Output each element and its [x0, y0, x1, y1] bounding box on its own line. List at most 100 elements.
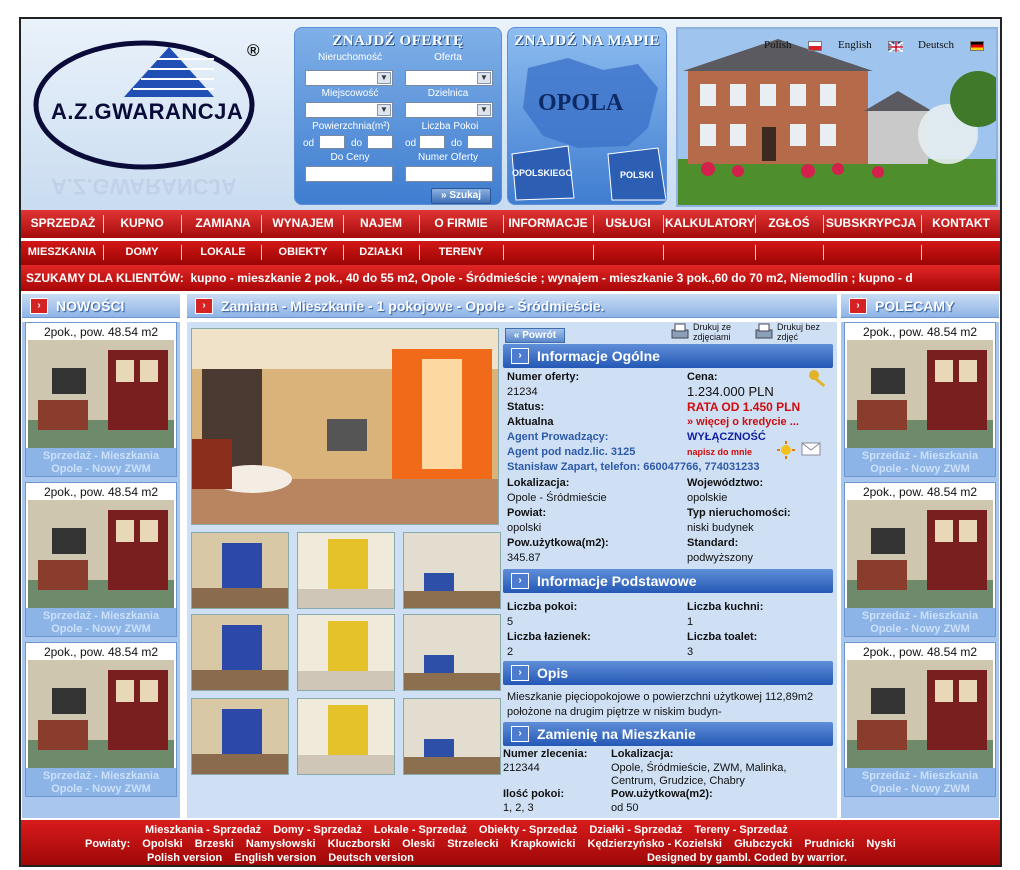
card-location[interactable]: Opole - Nowy ZWM — [26, 783, 176, 795]
card-photo[interactable] — [28, 500, 174, 608]
menu-subskrypcja[interactable]: SUBSKRYPCJA — [825, 216, 917, 230]
footer-link[interactable]: Obiekty - Sprzedaż — [479, 824, 577, 836]
card-category[interactable]: Sprzedaż - Mieszkania — [845, 610, 995, 622]
submenu-domy[interactable]: DOMY — [107, 246, 177, 258]
map-panel[interactable]: ZNAJDŹ NA MAPIE OPOLA OPOLSKIEGO POLSKI — [507, 27, 667, 205]
footer-link[interactable]: Prudnicki — [804, 838, 854, 850]
footer-link[interactable]: Namysłowski — [246, 838, 316, 850]
thumbnail-photo[interactable] — [191, 614, 289, 691]
listing-card[interactable]: 2pok., pow. 48.54 m2 Sprzedaż - Mieszkan… — [25, 642, 177, 797]
menu-kupno[interactable]: KUPNO — [107, 216, 177, 230]
thumbnail-photo[interactable] — [403, 614, 501, 691]
thumbnail-photo[interactable] — [191, 532, 289, 609]
menu-uslugi[interactable]: USŁUGI — [595, 216, 661, 230]
menu-sprzedaz[interactable]: SPRZEDAŻ — [27, 216, 99, 230]
submenu-tereny[interactable]: TERENY — [423, 246, 499, 258]
listing-card[interactable]: 2pok., pow. 48.54 m2 Sprzedaż - Mieszkan… — [844, 642, 996, 797]
pokoi-do-input[interactable] — [467, 135, 493, 149]
footer-link[interactable]: Strzelecki — [447, 838, 498, 850]
printer-icon[interactable] — [753, 322, 775, 342]
credit-more-link[interactable]: » więcej o kredycie ... — [687, 416, 799, 428]
mail-icon[interactable] — [801, 442, 821, 459]
card-location[interactable]: Opole - Nowy ZWM — [845, 783, 995, 795]
listing-card[interactable]: 2pok., pow. 48.54 m2 Sprzedaż - Mieszkan… — [844, 482, 996, 637]
lang-polish[interactable]: Polish — [764, 39, 792, 51]
footer-link[interactable]: Tereny - Sprzedaż — [694, 824, 787, 836]
print-without-photos-link[interactable]: Drukuj bez zdjęć — [777, 322, 833, 342]
footer-link[interactable]: Polish version — [147, 852, 222, 864]
write-to-me-link[interactable]: napisz do mnie — [687, 447, 752, 457]
uk-flag-icon[interactable] — [888, 41, 903, 52]
footer-link[interactable]: Mieszkania - Sprzedaż — [145, 824, 261, 836]
thumbnail-photo[interactable] — [403, 698, 501, 775]
footer-link[interactable]: Działki - Sprzedaż — [589, 824, 682, 836]
main-photo[interactable] — [191, 328, 499, 525]
menu-zglos[interactable]: ZGŁOŚ — [757, 216, 821, 230]
card-category[interactable]: Sprzedaż - Mieszkania — [26, 450, 176, 462]
listing-card[interactable]: 2pok., pow. 48.54 m2 Sprzedaż - Mieszkan… — [25, 482, 177, 637]
listing-card[interactable]: 2pok., pow. 48.54 m2 Sprzedaż - Mieszkan… — [25, 322, 177, 477]
footer-link[interactable]: Kędzierzyńsko - Kozielski — [588, 838, 723, 850]
thumbnail-photo[interactable] — [297, 698, 395, 775]
submenu-obiekty[interactable]: OBIEKTY — [265, 246, 341, 258]
menu-zamiana[interactable]: ZAMIANA — [187, 216, 259, 230]
submenu-dzialki[interactable]: DZIAŁKI — [347, 246, 415, 258]
menu-kontakt[interactable]: KONTAKT — [925, 216, 997, 230]
pokoi-od-input[interactable] — [419, 135, 445, 149]
footer-link[interactable]: Lokale - Sprzedaż — [374, 824, 467, 836]
footer-link[interactable]: Domy - Sprzedaż — [273, 824, 362, 836]
miejscowosc-select[interactable]: ▼ — [305, 102, 393, 118]
card-location[interactable]: Opole - Nowy ZWM — [845, 463, 995, 475]
submenu-lokale[interactable]: LOKALE — [187, 246, 259, 258]
numer-oferty-input[interactable] — [405, 166, 493, 182]
card-location[interactable]: Opole - Nowy ZWM — [845, 623, 995, 635]
menu-najem[interactable]: NAJEM — [347, 216, 415, 230]
footer-link[interactable]: Brzeski — [195, 838, 234, 850]
footer-link[interactable]: Opolski — [142, 838, 182, 850]
card-location[interactable]: Opole - Nowy ZWM — [26, 463, 176, 475]
nieruchomosc-select[interactable]: ▼ — [305, 70, 393, 86]
footer-link[interactable]: Krapkowicki — [511, 838, 576, 850]
card-category[interactable]: Sprzedaż - Mieszkania — [845, 450, 995, 462]
card-category[interactable]: Sprzedaż - Mieszkania — [26, 610, 176, 622]
card-photo[interactable] — [847, 500, 993, 608]
germany-flag-icon[interactable] — [970, 41, 984, 51]
footer-link[interactable]: Deutsch version — [328, 852, 414, 864]
thumbnail-photo[interactable] — [191, 698, 289, 775]
listing-card[interactable]: 2pok., pow. 48.54 m2 Sprzedaż - Mieszkan… — [844, 322, 996, 477]
lang-english[interactable]: English — [838, 39, 872, 51]
do-ceny-input[interactable] — [305, 166, 393, 182]
card-photo[interactable] — [847, 660, 993, 768]
thumbnail-photo[interactable] — [403, 532, 501, 609]
card-category[interactable]: Sprzedaż - Mieszkania — [845, 770, 995, 782]
map-opolskiego-link[interactable]: OPOLSKIEGO — [512, 168, 573, 178]
card-photo[interactable] — [847, 340, 993, 448]
card-location[interactable]: Opole - Nowy ZWM — [26, 623, 176, 635]
pow-do-input[interactable] — [367, 135, 393, 149]
print-with-photos-link[interactable]: Drukuj ze zdjęciami — [693, 322, 743, 342]
menu-kalkulatory[interactable]: KALKULATORY — [665, 216, 755, 230]
thumbnail-photo[interactable] — [297, 532, 395, 609]
card-category[interactable]: Sprzedaż - Mieszkania — [26, 770, 176, 782]
footer-link[interactable]: Głubczycki — [734, 838, 792, 850]
thumbnail-photo[interactable] — [297, 614, 395, 691]
menu-wynajem[interactable]: WYNAJEM — [265, 216, 341, 230]
ticker-text[interactable]: kupno - mieszkanie 2 pok., 40 do 55 m2, … — [190, 271, 912, 285]
footer-link[interactable]: Kluczborski — [328, 838, 390, 850]
lang-deutsch[interactable]: Deutsch — [918, 39, 954, 51]
logo[interactable]: A.Z.GWARANCJA ® A.Z.GWARANCJA — [29, 27, 289, 199]
dzielnica-select[interactable]: ▼ — [405, 102, 493, 118]
map-polski-link[interactable]: POLSKI — [620, 170, 654, 180]
menu-informacje[interactable]: INFORMACJE — [505, 216, 591, 230]
pow-od-input[interactable] — [319, 135, 345, 149]
poland-flag-icon[interactable] — [808, 41, 822, 51]
card-photo[interactable] — [28, 660, 174, 768]
footer-link[interactable]: Oleski — [402, 838, 435, 850]
footer-link[interactable]: Nyski — [866, 838, 895, 850]
card-photo[interactable] — [28, 340, 174, 448]
footer-link[interactable]: English version — [234, 852, 316, 864]
menu-o-firmie[interactable]: O FIRMIE — [423, 216, 499, 230]
printer-icon[interactable] — [669, 322, 691, 342]
oferta-select[interactable]: ▼ — [405, 70, 493, 86]
back-button[interactable]: « Powrót — [505, 328, 565, 343]
